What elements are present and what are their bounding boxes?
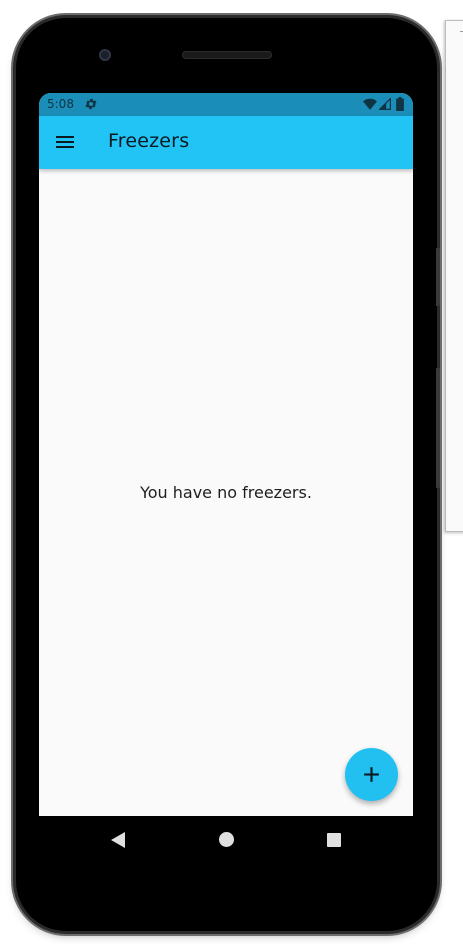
battery-icon [396, 97, 404, 111]
app-bar: Freezers [39, 116, 413, 169]
page-title: Freezers [108, 130, 190, 152]
screenshot: 5:08 Freezers You have no freezers. [0, 0, 463, 951]
status-time: 5:08 [47, 97, 74, 111]
recents-icon[interactable] [327, 833, 341, 847]
app-screen: 5:08 Freezers You have no freezers. [39, 93, 413, 816]
empty-state-message: You have no freezers. [140, 483, 312, 502]
signal-icon [379, 98, 391, 110]
background-window [445, 20, 463, 532]
wifi-icon [363, 98, 377, 110]
gear-icon [85, 98, 97, 110]
power-button[interactable] [436, 248, 440, 306]
home-icon[interactable] [219, 832, 234, 847]
plus-icon [364, 767, 379, 782]
back-icon[interactable] [111, 832, 125, 848]
volume-button[interactable] [436, 368, 440, 488]
earpiece-speaker [182, 51, 272, 59]
add-freezer-button[interactable] [345, 748, 398, 801]
front-camera-icon [99, 49, 111, 61]
system-navigation-bar [39, 816, 413, 864]
hamburger-menu-icon[interactable] [53, 130, 77, 154]
status-bar: 5:08 [39, 93, 413, 116]
